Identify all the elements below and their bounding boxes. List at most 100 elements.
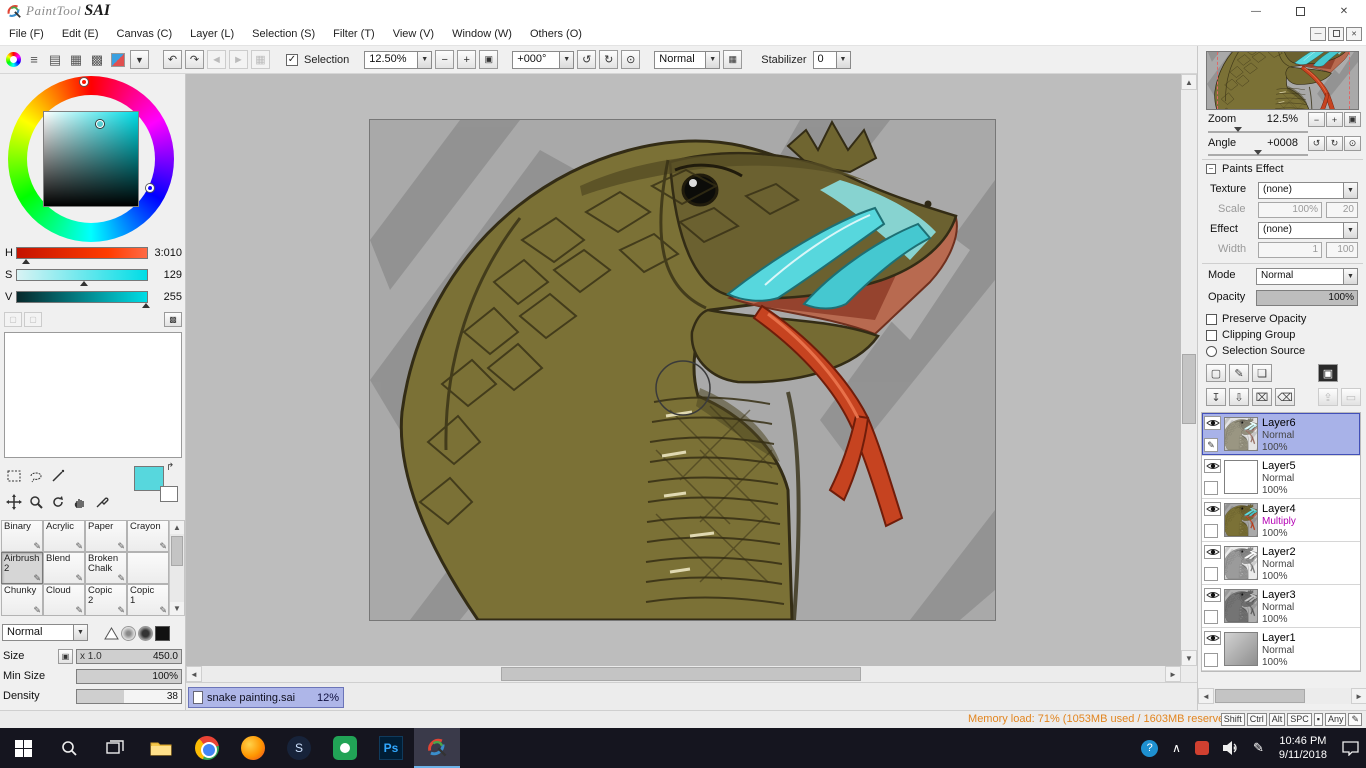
layer-thumbnail[interactable] xyxy=(1224,503,1258,537)
secondary-color-swatch[interactable] xyxy=(160,486,178,502)
document-tab[interactable]: snake painting.sai 12% xyxy=(188,687,344,708)
layer-visibility-toggle[interactable] xyxy=(1204,459,1221,473)
layer-row-layer4[interactable]: Layer4 Multiply 100% xyxy=(1202,499,1360,542)
delete-layer-button[interactable]: ⌫ xyxy=(1275,388,1295,406)
window-minimize-button[interactable]: — xyxy=(1234,0,1278,22)
value-slider-marker[interactable] xyxy=(142,303,150,308)
swatches-panel-icon[interactable]: ▦ xyxy=(67,51,85,69)
stabilizer-value[interactable]: 0 xyxy=(812,50,837,69)
layer-row-layer3[interactable]: Layer3 Normal 100% xyxy=(1202,585,1360,628)
nav-zoom-slider-marker[interactable] xyxy=(1234,127,1242,132)
swap-colors-icon[interactable]: ↱ xyxy=(166,462,174,473)
brush-copic1[interactable]: Copic 1 ✎ xyxy=(127,584,169,616)
nav-zoom-in-button[interactable]: + xyxy=(1326,112,1343,127)
canvas-horizontal-scrollbar[interactable]: ◄ ► xyxy=(186,666,1181,682)
color-mixer-panel-icon[interactable]: ▤ xyxy=(46,51,64,69)
paint-mode-combo[interactable]: Normal ▼ xyxy=(654,50,721,69)
brush-airbrush2[interactable]: Airbrush 2 ✎ xyxy=(1,552,43,584)
menu-view[interactable]: View (V) xyxy=(384,22,443,46)
nav-zoom-slider[interactable] xyxy=(1208,131,1308,133)
brush-scroll-up-icon[interactable]: ▲ xyxy=(170,521,184,534)
layer-mode-combo[interactable]: Normal ▼ xyxy=(1256,268,1358,285)
green-app-button[interactable] xyxy=(322,728,368,768)
hue-slider-marker[interactable] xyxy=(22,259,30,264)
menu-canvas[interactable]: Canvas (C) xyxy=(108,22,182,46)
density-slider[interactable]: 38 xyxy=(76,689,182,704)
texture-value[interactable]: (none) xyxy=(1258,182,1344,199)
sv-marker[interactable] xyxy=(96,120,104,128)
doc-close-button[interactable]: ✕ xyxy=(1346,26,1362,41)
angle-value[interactable]: +000° xyxy=(512,50,561,69)
lasso-tool[interactable] xyxy=(26,466,46,486)
nav-zoom-out-button[interactable]: − xyxy=(1308,112,1325,127)
panel-dropdown-button[interactable]: ▼ xyxy=(130,50,149,69)
canvas-document[interactable] xyxy=(370,120,995,620)
nav-zoom-reset-button[interactable]: ▣ xyxy=(1344,112,1361,127)
hue-ring[interactable] xyxy=(8,76,174,242)
layer-row-layer1[interactable]: Layer1 Normal 100% xyxy=(1202,628,1360,671)
zoom-dropdown-icon[interactable]: ▼ xyxy=(418,50,433,69)
zoom-combo[interactable]: 12.50% ▼ xyxy=(364,50,433,69)
brush-tip-triangle[interactable] xyxy=(104,626,119,641)
scroll-left-icon[interactable]: ◄ xyxy=(186,666,202,682)
texture-dropdown-icon[interactable]: ▼ xyxy=(1344,182,1358,199)
file-explorer-button[interactable] xyxy=(138,728,184,768)
new-layer-set-button[interactable]: ❏ xyxy=(1252,364,1272,382)
layer-visibility-toggle[interactable] xyxy=(1204,545,1221,559)
history-forward-button[interactable]: ► xyxy=(229,50,248,69)
effect-width-num[interactable]: 100 xyxy=(1326,242,1358,258)
texture-scale-value[interactable]: 100% xyxy=(1258,202,1322,218)
menu-file[interactable]: File (F) xyxy=(0,22,53,46)
preserve-opacity-row[interactable]: Preserve Opacity xyxy=(1206,312,1306,326)
layer-visibility-toggle[interactable] xyxy=(1204,588,1221,602)
tray-app-button[interactable] xyxy=(1188,728,1216,768)
vscroll-thumb[interactable] xyxy=(1182,354,1196,424)
brush-tip-hard-circle[interactable] xyxy=(138,626,153,641)
lock-layer-button[interactable]: ⇪ xyxy=(1318,388,1338,406)
layer-mode-value[interactable]: Normal xyxy=(1256,268,1344,285)
collapse-icon[interactable]: − xyxy=(1206,164,1216,174)
selection-source-row[interactable]: Selection Source xyxy=(1206,344,1305,358)
scroll-down-icon[interactable]: ▼ xyxy=(1181,650,1197,666)
brush-blend-mode-combo[interactable]: Normal ▼ xyxy=(2,624,88,641)
effect-dropdown-icon[interactable]: ▼ xyxy=(1344,222,1358,239)
hue-slider[interactable] xyxy=(16,247,148,259)
saturation-value-square[interactable] xyxy=(43,111,139,207)
layer-row-layer6[interactable]: ✎ Layer6 Normal 100% xyxy=(1202,413,1360,456)
stabilizer-combo[interactable]: 0 ▼ xyxy=(812,50,851,69)
transfer-down-button[interactable]: ↧ xyxy=(1206,388,1226,406)
brush-scroll-thumb[interactable] xyxy=(171,536,183,566)
stabilizer-dropdown-icon[interactable]: ▼ xyxy=(836,50,851,69)
zoom-fit-button[interactable]: ▣ xyxy=(479,50,499,69)
rotate-reset-button[interactable]: ⊙ xyxy=(621,50,641,69)
layer-visibility-toggle[interactable] xyxy=(1204,502,1221,516)
start-button[interactable] xyxy=(0,728,46,768)
rotate-ccw-button[interactable]: ↺ xyxy=(577,50,597,69)
eyedropper-tool[interactable] xyxy=(92,492,112,512)
angle-dropdown-icon[interactable]: ▼ xyxy=(560,50,575,69)
undo-button[interactable]: ↶ xyxy=(163,50,182,69)
menu-others[interactable]: Others (O) xyxy=(521,22,591,46)
doc-minimize-button[interactable]: — xyxy=(1310,26,1326,41)
color-slider-panel-icon[interactable]: ≡ xyxy=(25,51,43,69)
layer-mode-dropdown-icon[interactable]: ▼ xyxy=(1344,268,1358,285)
nav-rotate-reset-button[interactable]: ⊙ xyxy=(1344,136,1361,151)
nav-rotate-ccw-button[interactable]: ↺ xyxy=(1308,136,1325,151)
size-slider[interactable]: x 1.0 450.0 xyxy=(76,649,182,664)
angle-combo[interactable]: +000° ▼ xyxy=(512,50,575,69)
layer-row-layer5[interactable]: Layer5 Normal 100% xyxy=(1202,456,1360,499)
effect-combo[interactable]: (none) ▼ xyxy=(1258,222,1358,239)
rotate-cw-button[interactable]: ↻ xyxy=(599,50,619,69)
selection-source-radio[interactable] xyxy=(1206,345,1217,357)
move-tool[interactable] xyxy=(4,492,24,512)
taskbar-search-button[interactable] xyxy=(46,728,92,768)
brush-acrylic[interactable]: Acrylic ✎ xyxy=(43,520,85,552)
saturation-slider-marker[interactable] xyxy=(80,281,88,286)
layer-opacity-slider[interactable]: 100% xyxy=(1256,290,1358,306)
scratch-prev-button[interactable]: ▢ xyxy=(4,312,22,327)
menu-filter[interactable]: Filter (T) xyxy=(324,22,384,46)
help-tray-button[interactable]: ? xyxy=(1134,728,1165,768)
menu-selection[interactable]: Selection (S) xyxy=(243,22,324,46)
hue-marker[interactable] xyxy=(80,78,88,86)
chrome-button[interactable] xyxy=(184,728,230,768)
